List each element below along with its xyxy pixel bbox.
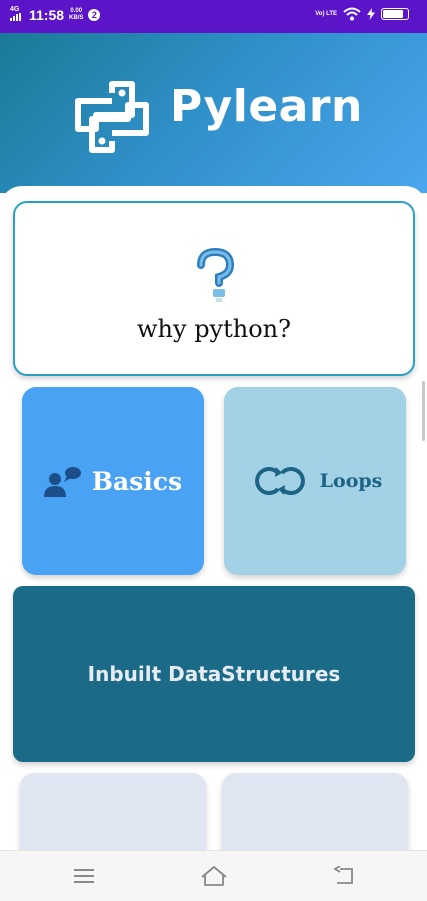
inbuilt-datastructures-label: Inbuilt DataStructures [87, 662, 341, 686]
back-icon [333, 866, 353, 884]
status-right: Vo) LTE [315, 7, 409, 21]
question-mark-icon [197, 248, 235, 302]
data-speed: 0.00 KB/S [69, 8, 83, 22]
next-card-left[interactable] [20, 773, 206, 850]
notification-badge: 2 [88, 8, 101, 21]
network-indicator: 4G [10, 6, 24, 23]
menu-icon [74, 869, 94, 883]
signal-icon [10, 13, 21, 21]
data-speed-value: 0.00 [70, 7, 83, 14]
why-python-label: why python? [137, 315, 291, 343]
home-icon [201, 866, 227, 886]
battery-fill [383, 10, 403, 18]
home-button[interactable] [200, 863, 228, 889]
next-card-right[interactable] [222, 773, 408, 850]
network-type: 4G [10, 6, 20, 13]
status-bar: 4G 11:58 0.00 KB/S 2 Vo) LTE [0, 0, 427, 33]
python-logo-icon [75, 81, 149, 153]
why-python-card[interactable]: why python? [13, 201, 415, 376]
status-time: 11:58 [29, 6, 65, 23]
inbuilt-datastructures-card[interactable]: Inbuilt DataStructures [13, 586, 415, 762]
data-speed-unit: KB/S [69, 14, 84, 21]
back-button[interactable] [330, 863, 358, 889]
home-menu[interactable]: why python? Basics Loops Inbuilt DataStr… [0, 186, 427, 850]
loops-card[interactable]: Loops [224, 387, 406, 575]
app-title: Pylearn [170, 81, 363, 132]
battery-icon [381, 8, 409, 20]
menu-button[interactable] [70, 863, 98, 889]
app-header: Pylearn [0, 33, 427, 193]
status-left: 4G 11:58 0.00 KB/S 2 [10, 6, 101, 23]
basics-card[interactable]: Basics [22, 387, 204, 575]
navigation-bar [0, 850, 427, 901]
loop-arrows-icon [254, 467, 305, 495]
people-chat-icon [43, 467, 81, 497]
basics-label: Basics [91, 466, 183, 496]
charging-icon [367, 8, 375, 20]
volte-indicator: Vo) LTE [315, 10, 337, 17]
loops-label: Loops [319, 470, 383, 492]
scrollbar[interactable] [422, 381, 425, 441]
wifi-icon [343, 7, 361, 21]
